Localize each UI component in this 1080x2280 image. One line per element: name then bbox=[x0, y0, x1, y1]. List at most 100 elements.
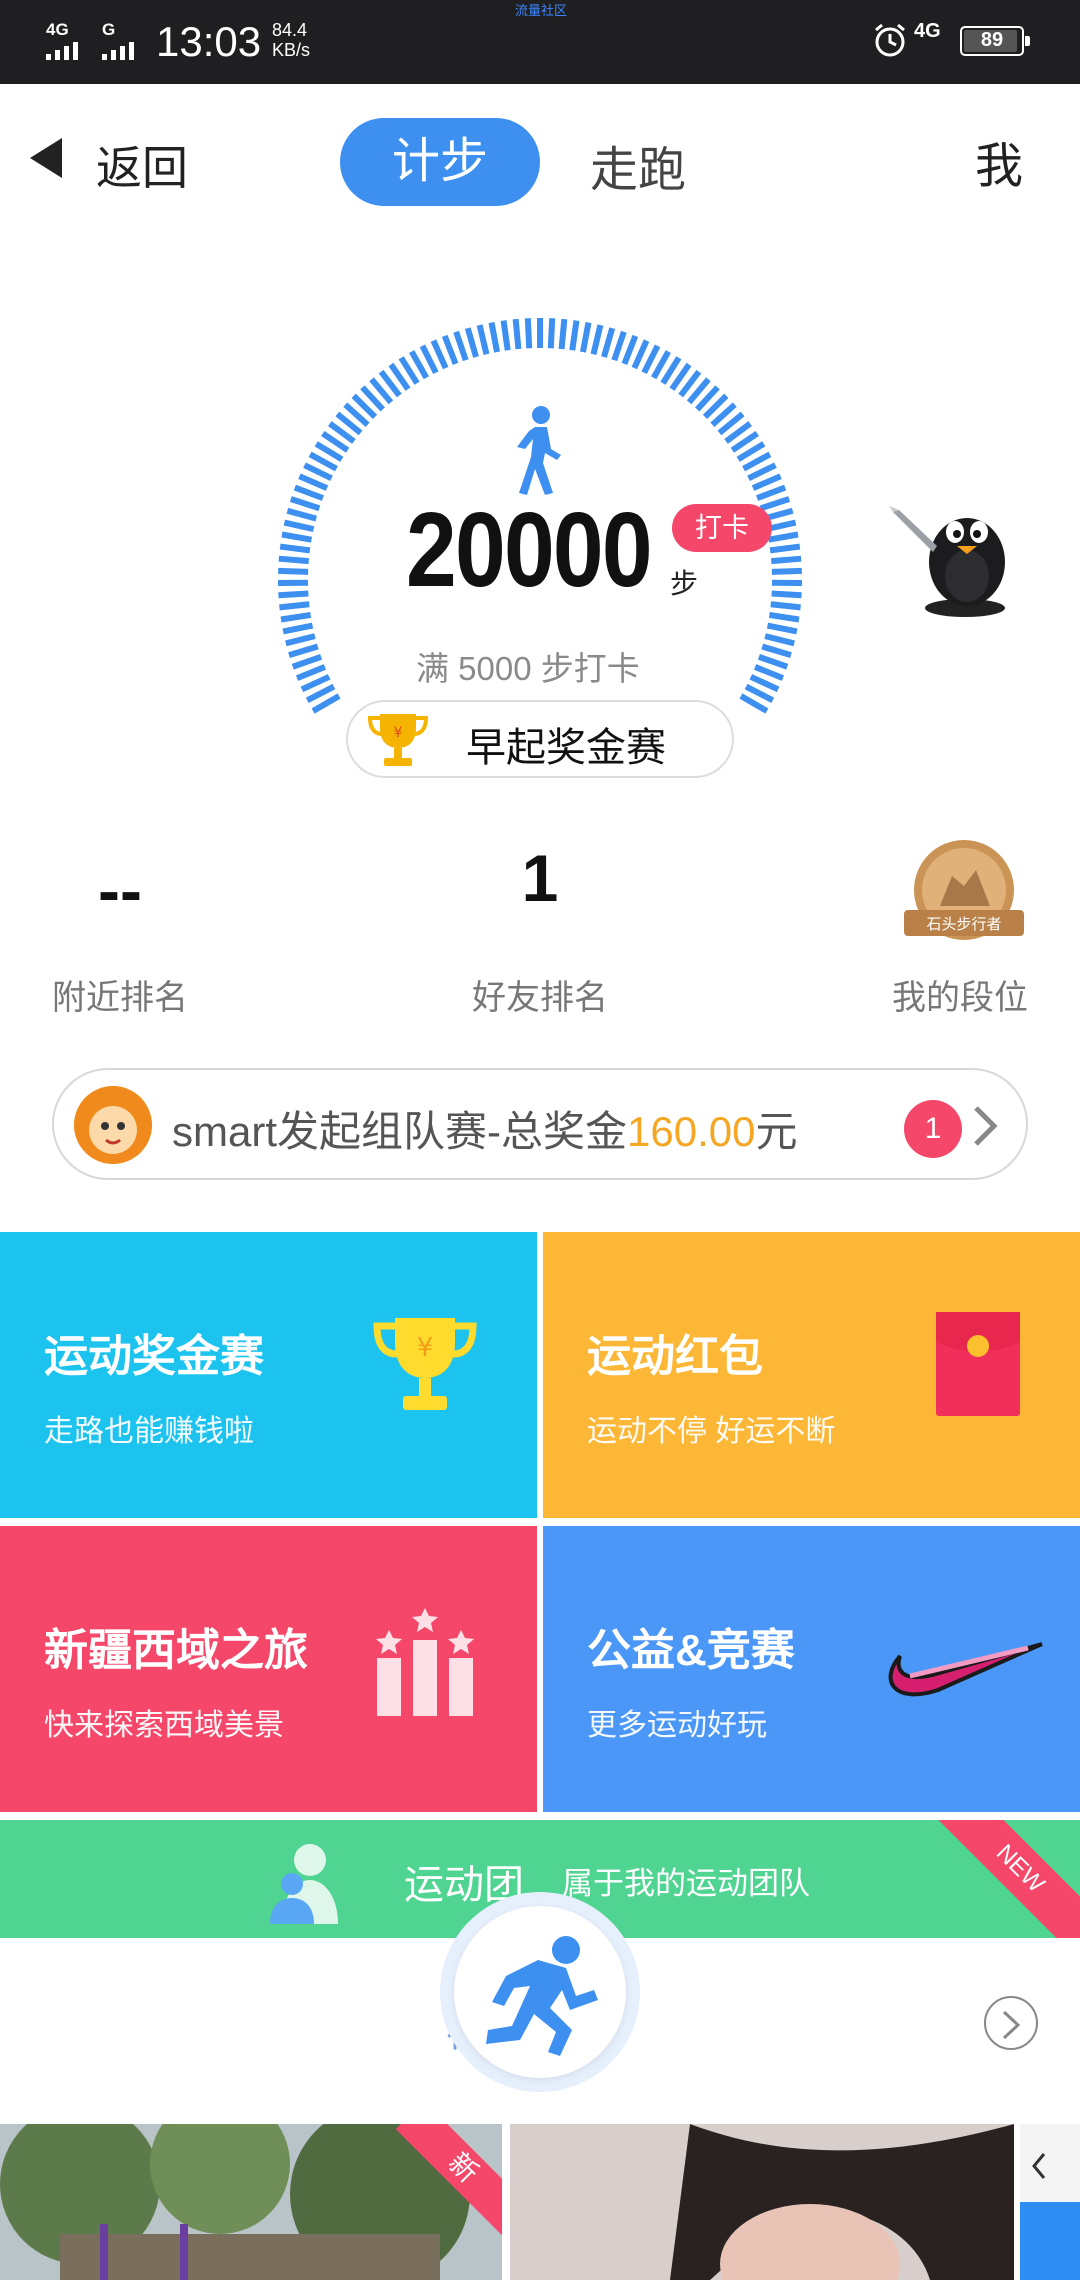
video-card[interactable] bbox=[510, 2124, 1014, 2280]
early-race-button[interactable]: ¥ 早起奖金赛 bbox=[346, 700, 734, 778]
gauge-tick bbox=[768, 611, 800, 623]
walker-icon bbox=[517, 406, 561, 495]
alarm-icon bbox=[875, 23, 905, 57]
tab-run[interactable]: 走跑 bbox=[590, 130, 686, 200]
gauge-tick bbox=[753, 664, 785, 681]
gauge-tick bbox=[621, 334, 639, 365]
sport-team-subtitle: 属于我的运动团队 bbox=[562, 1866, 810, 1901]
team-race-banner[interactable]: smart发起组队赛-总奖金160.00元 1 bbox=[52, 1068, 1028, 1180]
gauge-tick bbox=[770, 601, 801, 611]
gauge-tick bbox=[524, 318, 533, 349]
app-screenshot-thumb bbox=[1020, 2124, 1080, 2280]
gauge-tick bbox=[547, 318, 556, 349]
tile-red-packet[interactable]: 运动红包 运动不停 好运不断 bbox=[543, 1232, 1080, 1518]
gauge-tick bbox=[285, 633, 316, 647]
gauge-tick bbox=[749, 674, 780, 693]
team-race-suffix: 元 bbox=[755, 1108, 798, 1155]
podium-icon bbox=[376, 1608, 474, 1716]
gauge-tick bbox=[283, 519, 315, 533]
runner-icon bbox=[486, 1936, 598, 2056]
trophy-icon: ¥ bbox=[367, 714, 429, 766]
gauge-tick bbox=[279, 543, 311, 554]
gauge-tick bbox=[291, 653, 323, 670]
gauge-tick bbox=[500, 320, 511, 351]
tile-charity-race[interactable]: 公益&竞赛 更多运动好玩 bbox=[543, 1526, 1080, 1812]
section-more-button[interactable] bbox=[984, 1996, 1038, 2050]
new-badge: NEW bbox=[925, 1820, 1080, 1938]
gauge-tick bbox=[289, 496, 321, 512]
gauge-tick bbox=[281, 531, 313, 543]
gauge-tick bbox=[764, 633, 795, 647]
gauge-tick bbox=[298, 473, 329, 491]
gauge-tick bbox=[590, 324, 604, 355]
team-race-amount: 160.00 bbox=[627, 1108, 756, 1155]
net-speed: 84.4 KB/s bbox=[272, 20, 311, 60]
gauge-tick bbox=[761, 643, 792, 659]
gauge-tick bbox=[293, 484, 324, 501]
gauge-tick bbox=[286, 507, 318, 522]
friend-rank-label[interactable]: 好友排名 bbox=[450, 970, 630, 1019]
red-envelope-icon bbox=[936, 1312, 1020, 1416]
gauge-tick bbox=[488, 321, 501, 353]
gauge-tick bbox=[278, 555, 310, 565]
network-type: 4G bbox=[914, 20, 941, 42]
gauge-tick bbox=[278, 567, 309, 575]
trophy-icon: ¥ bbox=[373, 1318, 477, 1410]
target-text: 满 5000 步打卡 bbox=[416, 650, 640, 687]
gauge-tick bbox=[771, 567, 802, 575]
race-label: 早起奖金赛 bbox=[466, 726, 666, 770]
carrier-tag: 流量社区 bbox=[515, 3, 568, 18]
signal-icon-2: G bbox=[102, 20, 154, 62]
gauge-tick bbox=[601, 327, 616, 358]
status-bar: 流量社区 4G G 13:03 84.4 KB/s 4G 89 bbox=[0, 0, 1080, 84]
step-unit: 步 bbox=[670, 568, 699, 599]
team-race-count-badge: 1 bbox=[904, 1100, 962, 1158]
friend-rank-value: 1 bbox=[521, 841, 559, 915]
gauge-tick bbox=[441, 334, 459, 365]
gauge-tick bbox=[280, 611, 312, 623]
me-button[interactable]: 我 bbox=[975, 126, 1023, 196]
tab-steps[interactable]: 计步 bbox=[340, 118, 540, 206]
gauge-tick bbox=[453, 330, 469, 362]
gauge-tick bbox=[771, 590, 802, 599]
gauge-tick bbox=[464, 327, 479, 358]
gauge-tick bbox=[295, 664, 327, 681]
svg-text:石头步行者: 石头步行者 bbox=[926, 915, 1001, 933]
gauge-tick bbox=[769, 543, 801, 554]
gauge-tick bbox=[512, 318, 522, 350]
gauge-tick bbox=[766, 622, 798, 635]
svg-text:¥: ¥ bbox=[417, 1333, 434, 1363]
gauge-tick bbox=[300, 674, 331, 693]
team-people-icon bbox=[270, 1844, 338, 1924]
checkin-button[interactable]: 打卡 bbox=[672, 504, 772, 552]
tile-sport-race[interactable]: 运动奖金赛 走路也能赚钱啦 ¥ bbox=[0, 1232, 537, 1518]
gauge-tick bbox=[770, 555, 802, 565]
back-arrow-icon[interactable] bbox=[30, 138, 62, 178]
tile-xinjiang-tour[interactable]: 新疆西域之旅 快来探索西域美景 bbox=[0, 1526, 537, 1812]
step-count: 20000 bbox=[406, 491, 653, 609]
gauge-tick bbox=[430, 339, 449, 370]
portrait-photo bbox=[510, 2124, 1014, 2280]
gauge-tick bbox=[476, 324, 490, 355]
nearby-rank-label[interactable]: 附近排名 bbox=[30, 970, 210, 1019]
back-button[interactable]: 返回 bbox=[96, 132, 188, 198]
gauge-tick bbox=[282, 622, 314, 635]
gauge-tick bbox=[631, 339, 650, 370]
video-card[interactable] bbox=[1020, 2124, 1080, 2280]
gauge-tick bbox=[756, 484, 787, 501]
gauge-tick bbox=[569, 320, 580, 351]
status-time: 13:03 bbox=[156, 18, 262, 65]
gauge-tick bbox=[278, 590, 309, 599]
gauge-tick bbox=[611, 330, 627, 362]
mascot-penguin-icon[interactable] bbox=[885, 480, 1025, 620]
video-card[interactable]: 新 bbox=[0, 2124, 502, 2280]
my-level-label[interactable]: 我的段位 bbox=[870, 970, 1050, 1019]
gauge-tick bbox=[279, 601, 310, 611]
gauge-tick bbox=[288, 643, 319, 659]
run-button[interactable] bbox=[440, 1892, 640, 2092]
signal-icon: 4G bbox=[46, 20, 98, 62]
gauge-tick bbox=[759, 496, 791, 512]
battery-icon: 89 bbox=[960, 26, 1030, 56]
gauge-tick bbox=[558, 318, 568, 350]
level-badge-icon[interactable]: 石头步行者 bbox=[900, 836, 1030, 956]
